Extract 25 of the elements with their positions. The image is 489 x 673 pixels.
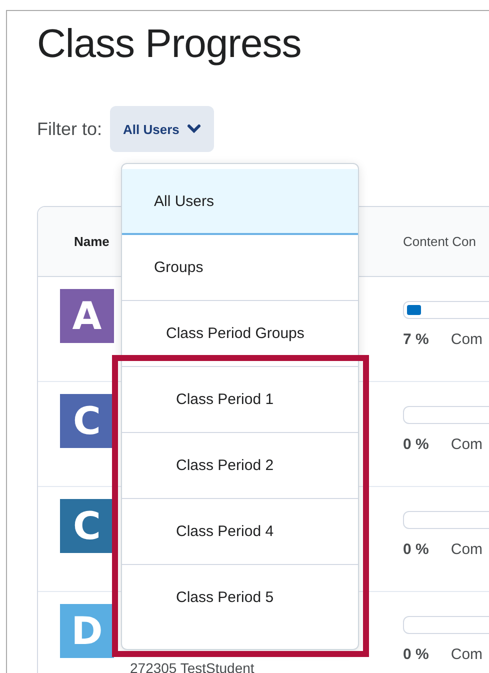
menu-item[interactable]: Class Period 2	[122, 433, 358, 499]
status-text: Com	[450, 436, 483, 453]
status-text: Com	[450, 331, 483, 348]
chevron-down-icon	[187, 124, 202, 134]
percent-text: 7 %	[403, 331, 429, 348]
percent-text: 0 %	[403, 436, 429, 453]
menu-item[interactable]: Class Period 1	[122, 367, 358, 433]
menu-item[interactable]: All Users	[122, 169, 358, 235]
menu-item[interactable]: Groups	[122, 235, 358, 301]
status-text: Com	[450, 541, 483, 558]
percent-text: 0 %	[403, 541, 429, 558]
filter-label: Filter to:	[37, 118, 102, 140]
avatar-tile: C	[60, 394, 114, 448]
column-header[interactable]: Content Con	[380, 234, 476, 249]
page-title: Class Progress	[37, 21, 302, 68]
avatar-tile: C	[60, 499, 114, 553]
student-name: 272305 TestStudent	[130, 660, 254, 673]
percent-text: 0 %	[403, 646, 429, 663]
avatar-tile: D	[60, 604, 114, 658]
status-text: Com	[450, 646, 483, 663]
filter-dropdown[interactable]: All Users	[110, 106, 214, 152]
menu-item[interactable]: Class Period Groups	[122, 301, 358, 367]
avatar-tile: A	[60, 289, 114, 343]
menu-item[interactable]: Class Period 4	[122, 499, 358, 565]
menu-item[interactable]: Class Period 5	[122, 565, 358, 630]
